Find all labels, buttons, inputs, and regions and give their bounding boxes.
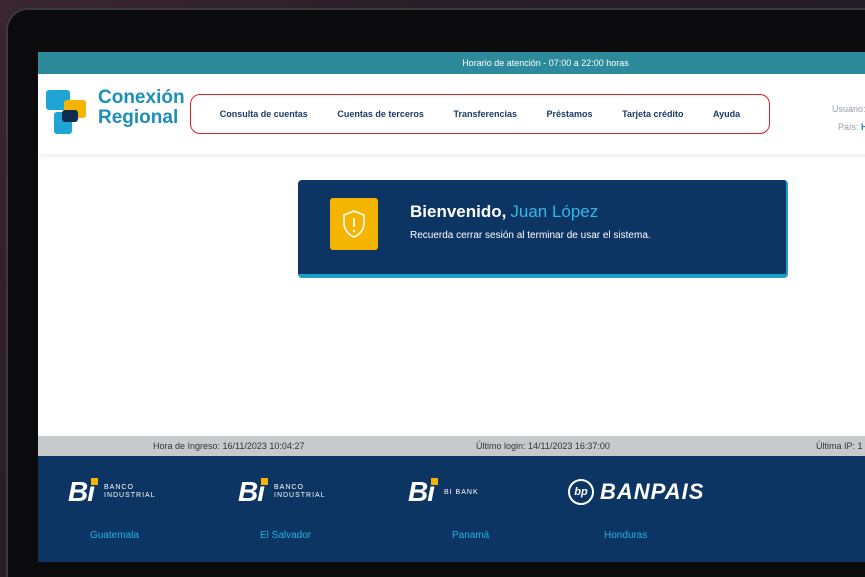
bank-el-salvador[interactable]: Bi BANCO INDUSTRIAL El Salvador — [238, 476, 398, 546]
nav-prestamos[interactable]: Préstamos — [547, 109, 593, 119]
bank-guatemala[interactable]: Bi BANCO INDUSTRIAL Guatemala — [68, 476, 228, 546]
banpais-logo-icon: bp — [568, 479, 594, 505]
hours-bar: Horario de atención - 07:00 a 22:00 hora… — [38, 52, 865, 74]
laptop-frame: Horario de atención - 07:00 a 22:00 hora… — [6, 8, 865, 577]
country-guatemala: Guatemala — [90, 530, 139, 541]
nav-cuentas-terceros[interactable]: Cuentas de terceros — [337, 109, 424, 119]
last-login: Último login: 14/11/2023 16:37:00 — [476, 441, 610, 451]
bank-logo-guatemala: Bi BANCO INDUSTRIAL — [68, 476, 156, 507]
country-label: País: — [837, 122, 859, 132]
user-label: Usuario: — [831, 104, 865, 114]
user-info: Usuario: jl País: Ho — [832, 100, 865, 136]
bank-panama[interactable]: Bi BI BANK Panamá — [408, 476, 568, 546]
bank-logo-el-salvador: Bi BANCO INDUSTRIAL — [238, 476, 326, 507]
welcome-user-name: Juan López — [510, 202, 599, 221]
welcome-message: Recuerda cerrar sesión al terminar de us… — [410, 230, 651, 241]
last-ip: Última IP: 1 — [816, 441, 863, 451]
welcome-title: Bienvenido, Juan López — [410, 202, 599, 221]
nav-tarjeta-credito[interactable]: Tarjeta crédito — [622, 109, 683, 119]
nav-transferencias[interactable]: Transferencias — [453, 109, 517, 119]
country-panama: Panamá — [452, 530, 490, 541]
country-value: Ho — [861, 122, 865, 132]
main-nav: Consulta de cuentas Cuentas de terceros … — [190, 94, 770, 134]
header: Conexión Regional Consulta de cuentas Cu… — [38, 74, 865, 154]
country-honduras: Honduras — [604, 530, 648, 541]
country-el-salvador: El Salvador — [260, 530, 312, 541]
brand-logo[interactable]: Conexión Regional — [46, 88, 186, 138]
bank-logo-honduras: bp BANPAIS — [568, 476, 728, 508]
login-time: Hora de Ingreso: 16/11/2023 10:04:27 — [153, 441, 305, 451]
shield-alert-icon — [330, 198, 378, 250]
bank-logo-panama: Bi BI BANK — [408, 476, 479, 507]
footer: Bi BANCO INDUSTRIAL Guatemala Bi BANCO IND… — [38, 456, 865, 562]
logo-mark-icon — [46, 90, 88, 136]
hours-text: Horario de atención - 07:00 a 22:00 hora… — [462, 58, 629, 68]
welcome-card: Bienvenido, Juan López Recuerda cerrar se… — [298, 180, 788, 278]
bank-honduras[interactable]: bp BANPAIS Honduras — [568, 476, 728, 546]
nav-ayuda[interactable]: Ayuda — [713, 109, 740, 119]
logo-text: Conexión Regional — [98, 87, 185, 128]
screen: Horario de atención - 07:00 a 22:00 hora… — [38, 52, 865, 562]
session-status-bar: Hora de Ingreso: 16/11/2023 10:04:27 Últ… — [38, 436, 865, 456]
nav-consulta-cuentas[interactable]: Consulta de cuentas — [220, 109, 308, 119]
